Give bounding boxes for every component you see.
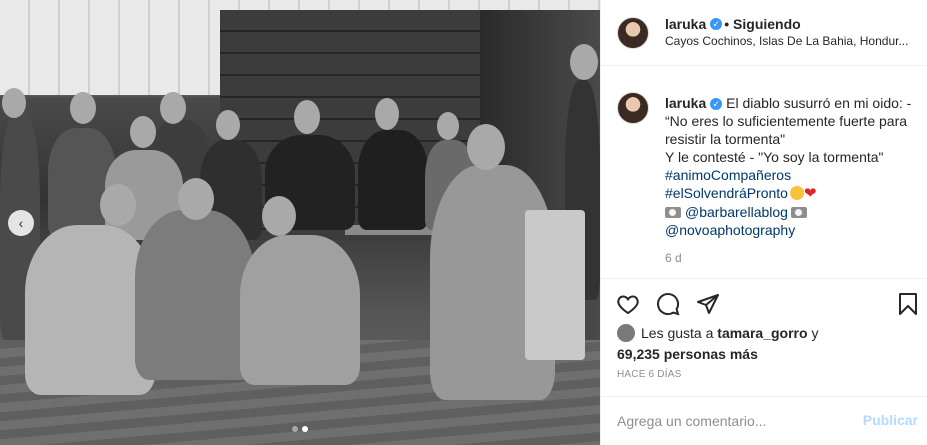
smiling-face-emoji-icon — [789, 186, 804, 200]
likes-and: y — [811, 325, 819, 341]
photo-person — [135, 210, 255, 380]
comment-icon[interactable] — [655, 291, 681, 317]
heart-icon[interactable] — [615, 291, 641, 317]
caption-text: laruka ✓ El diablo susurró en mi oido: - … — [665, 94, 927, 239]
share-icon[interactable] — [695, 291, 721, 317]
location-link[interactable]: Cayos Cochinos, Islas De La Bahia, Hondu… — [665, 34, 920, 48]
photo-person-head — [130, 116, 156, 148]
mention-link[interactable]: @novoaphotography — [665, 222, 795, 238]
follow-status-button[interactable]: • Siguiendo — [724, 16, 800, 32]
liker-username-link[interactable]: tamara_gorro — [717, 325, 807, 341]
username-link[interactable]: laruka — [665, 16, 706, 32]
caption-line: El diablo susurró en mi oido: - — [726, 95, 912, 111]
mention-link[interactable]: @barbarellablog — [685, 204, 788, 220]
caption-line: resistir la tormenta" — [665, 131, 786, 147]
post-comment-button[interactable]: Publicar — [863, 412, 918, 428]
photo-person — [358, 130, 428, 230]
photo-person-head — [375, 98, 399, 130]
avatar[interactable] — [617, 17, 649, 49]
photo-person-head — [70, 92, 96, 124]
hashtag-link[interactable]: #elSolvendráPronto — [665, 185, 788, 201]
photo-person-head — [100, 184, 136, 226]
post-timestamp[interactable]: HACE 6 DÍAS — [617, 369, 681, 380]
photo-person-head — [262, 196, 296, 236]
caption-line: “No eres lo suficientemente fuerte para — [665, 113, 908, 129]
post-actions — [601, 278, 927, 328]
likes-count-link[interactable]: 69,235 personas más — [617, 346, 917, 362]
comment-box: Publicar — [601, 396, 927, 445]
caption-line: Y le contesté - "Yo soy la tormenta" — [665, 149, 884, 165]
photo-person-head — [160, 92, 186, 124]
photo-person-head — [467, 124, 505, 170]
chevron-left-icon[interactable]: ‹ — [8, 210, 34, 236]
photo-person-head — [437, 112, 459, 140]
post-photo[interactable]: ‹ — [0, 0, 600, 445]
post-side-panel: laruka ✓ • Siguiendo Cayos Cochinos, Isl… — [600, 0, 927, 445]
red-heart-emoji-icon: ❤ — [803, 185, 817, 202]
photo-person — [240, 235, 360, 385]
likes-line: Les gusta a tamara_gorro y — [617, 324, 917, 342]
likes-summary: Les gusta a tamara_gorro y 69,235 person… — [617, 324, 917, 362]
camera-emoji-icon — [665, 207, 681, 218]
photo-person-head — [2, 88, 26, 118]
hashtag-link[interactable]: #animoCompañeros — [665, 167, 791, 183]
photo-chair — [525, 210, 585, 360]
comment-input[interactable] — [617, 411, 847, 431]
bookmark-icon[interactable] — [895, 291, 921, 317]
avatar[interactable] — [617, 92, 649, 124]
caption-age: 6 d — [665, 251, 682, 265]
photo-person-head — [570, 44, 598, 80]
likes-prefix: Les gusta a — [641, 325, 714, 341]
photo-person-head — [216, 110, 240, 140]
verified-badge-icon: ✓ — [710, 98, 723, 111]
camera-emoji-icon — [790, 207, 807, 218]
header-user-line: laruka ✓ • Siguiendo — [665, 16, 801, 32]
photo-person-head — [178, 178, 214, 220]
caption-username-link[interactable]: laruka — [665, 95, 706, 111]
liker-avatar[interactable] — [617, 324, 635, 342]
post-header: laruka ✓ • Siguiendo Cayos Cochinos, Isl… — [601, 0, 927, 66]
carousel-dot-active — [302, 426, 308, 432]
carousel-dot — [292, 426, 298, 432]
verified-badge-icon: ✓ — [710, 18, 723, 30]
carousel-dots — [292, 426, 308, 432]
photo-person-head — [294, 100, 320, 134]
